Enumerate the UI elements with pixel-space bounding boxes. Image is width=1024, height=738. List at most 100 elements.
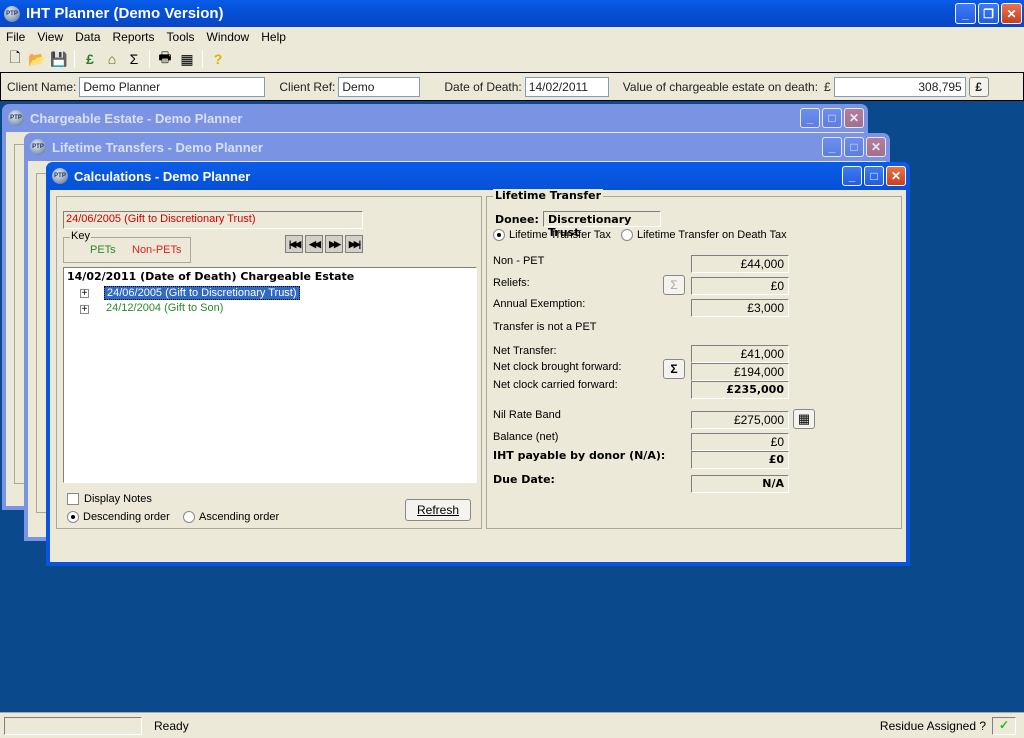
- key-label: Key: [70, 230, 91, 242]
- maximize-button[interactable]: □: [822, 108, 842, 128]
- clipboard-icon[interactable]: ▦: [176, 48, 198, 70]
- ascending-radio[interactable]: Ascending order: [183, 511, 280, 524]
- expand-icon[interactable]: +: [80, 289, 89, 299]
- expand-icon[interactable]: +: [80, 305, 89, 315]
- calculations-window[interactable]: PTP Calculations - Demo Planner _ □ ✕ 24/06…: [46, 162, 910, 566]
- window-title: Calculations - Demo Planner: [74, 168, 251, 184]
- app-logo-icon: PTP: [4, 5, 20, 22]
- help-icon[interactable]: ?: [207, 48, 229, 70]
- annual-exemption-label: Annual Exemption:: [493, 298, 586, 310]
- donee-value: Discretionary Trust: [543, 211, 661, 239]
- restore-button[interactable]: ❐: [978, 3, 999, 24]
- menu-bar: File View Data Reports Tools Window Help: [0, 27, 1024, 46]
- separator: [74, 50, 75, 68]
- transfers-tree[interactable]: 14/02/2011 (Date of Death) Chargeable Es…: [63, 267, 477, 483]
- estate-icon[interactable]: ⌂: [101, 48, 123, 70]
- next-record-button[interactable]: ▶▶: [325, 235, 343, 253]
- separator: [202, 50, 203, 68]
- window-title: Chargeable Estate - Demo Planner: [30, 110, 243, 126]
- lifetime-transfer-panel: Lifetime Transfer Donee: Discretionary T…: [486, 189, 902, 529]
- date-of-death-label: Date of Death:: [444, 79, 522, 94]
- minimize-button[interactable]: _: [955, 3, 976, 24]
- pound-button[interactable]: £: [968, 76, 989, 97]
- client-ref-input[interactable]: Demo: [338, 76, 421, 97]
- donee-label: Donee:: [495, 213, 539, 226]
- clock-cf-label: Net clock carried forward:: [493, 379, 618, 391]
- nonpet-label: Non - PET: [493, 255, 545, 267]
- client-ref-label: Client Ref:: [279, 79, 336, 94]
- refresh-button[interactable]: Refresh: [405, 499, 471, 521]
- minimize-button[interactable]: _: [842, 166, 862, 186]
- reliefs-label: Reliefs:: [493, 277, 530, 289]
- lifetime-tax-radio[interactable]: Lifetime Transfer Tax: [493, 229, 611, 242]
- due-date-value: N/A: [691, 475, 789, 493]
- death-tax-label: Lifetime Transfer on Death Tax: [637, 229, 787, 241]
- window-logo-icon: PTP: [8, 110, 24, 126]
- reliefs-sigma-button[interactable]: Σ: [663, 275, 685, 295]
- menu-tools[interactable]: Tools: [161, 30, 201, 44]
- menu-help[interactable]: Help: [255, 30, 292, 44]
- status-progress: [4, 717, 142, 735]
- residue-assigned-label: Residue Assigned ?: [879, 719, 986, 733]
- minimize-button[interactable]: _: [822, 137, 842, 157]
- menu-data[interactable]: Data: [69, 30, 106, 44]
- nonpet-value: £44,000: [691, 255, 789, 273]
- clock-bf-value: £194,000: [691, 363, 789, 381]
- previous-record-button[interactable]: ◀◀: [305, 235, 323, 253]
- key-pets: PETs: [90, 244, 116, 256]
- display-notes-label: Display Notes: [84, 493, 152, 505]
- print-icon[interactable]: 🖶: [154, 48, 176, 70]
- clock-cf-value: £235,000: [691, 381, 789, 399]
- separator: [149, 50, 150, 68]
- net-transfer-label: Net Transfer:: [493, 345, 557, 357]
- tree-item[interactable]: 24/06/2005 (Gift to Discretionary Trust): [104, 286, 300, 300]
- last-record-button[interactable]: ▶▶|: [345, 235, 363, 253]
- client-name-input[interactable]: Demo Planner: [79, 76, 266, 97]
- menu-window[interactable]: Window: [201, 30, 256, 44]
- close-button[interactable]: ✕: [844, 108, 864, 128]
- not-pet-note: Transfer is not a PET: [493, 321, 597, 333]
- maximize-button[interactable]: □: [844, 137, 864, 157]
- toolbar: 🗋 📂 💾 £ ⌂ Σ 🖶 ▦ ?: [0, 46, 1024, 72]
- sigma-icon[interactable]: Σ: [123, 48, 145, 70]
- iht-payable-label: IHT payable by donor (N/A):: [493, 449, 666, 462]
- minimize-button[interactable]: _: [800, 108, 820, 128]
- new-icon[interactable]: 🗋: [4, 48, 26, 70]
- clock-bf-label: Net clock brought forward:: [493, 361, 622, 373]
- death-tax-radio[interactable]: Lifetime Transfer on Death Tax: [621, 229, 787, 242]
- reliefs-value: £0: [691, 277, 789, 295]
- ascending-label: Ascending order: [199, 511, 280, 523]
- menu-view[interactable]: View: [31, 30, 69, 44]
- window-title: Lifetime Transfers - Demo Planner: [52, 139, 263, 155]
- clock-sigma-button[interactable]: Σ: [663, 359, 685, 379]
- date-of-death-input[interactable]: 14/02/2011: [524, 76, 609, 97]
- descending-radio[interactable]: Descending order: [67, 511, 170, 524]
- descending-label: Descending order: [83, 511, 170, 523]
- net-transfer-value: £41,000: [691, 345, 789, 363]
- client-name-label: Client Name:: [7, 79, 77, 94]
- display-notes-checkbox[interactable]: Display Notes: [67, 493, 152, 505]
- save-icon[interactable]: 💾: [48, 48, 70, 70]
- estate-value-input[interactable]: 308,795: [833, 76, 966, 97]
- open-icon[interactable]: 📂: [26, 48, 48, 70]
- tree-root[interactable]: 14/02/2011 (Date of Death) Chargeable Es…: [67, 270, 354, 283]
- currency-symbol: £: [824, 79, 831, 94]
- menu-reports[interactable]: Reports: [107, 30, 161, 44]
- maximize-button[interactable]: □: [864, 166, 884, 186]
- due-date-label: Due Date:: [493, 473, 555, 486]
- balance-label: Balance (net): [493, 431, 559, 443]
- close-button[interactable]: ✕: [886, 166, 906, 186]
- iht-payable-value: £0: [691, 451, 789, 469]
- balance-value: £0: [691, 433, 789, 451]
- close-button[interactable]: ✕: [1001, 3, 1022, 24]
- status-bar: Ready Residue Assigned ? ✓: [0, 712, 1024, 738]
- close-button[interactable]: ✕: [866, 137, 886, 157]
- transfer-list-panel: 24/06/2005 (Gift to Discretionary Trust)…: [56, 196, 482, 529]
- pound-transfer-icon[interactable]: £: [79, 48, 101, 70]
- nil-rate-band-value: £275,000: [691, 411, 789, 429]
- table-grid-icon[interactable]: ▦: [793, 409, 815, 429]
- menu-file[interactable]: File: [0, 30, 31, 44]
- tree-item[interactable]: 24/12/2004 (Gift to Son): [106, 302, 223, 314]
- client-bar: Client Name: Demo Planner Client Ref: De…: [0, 72, 1024, 101]
- first-record-button[interactable]: |◀◀: [285, 235, 303, 253]
